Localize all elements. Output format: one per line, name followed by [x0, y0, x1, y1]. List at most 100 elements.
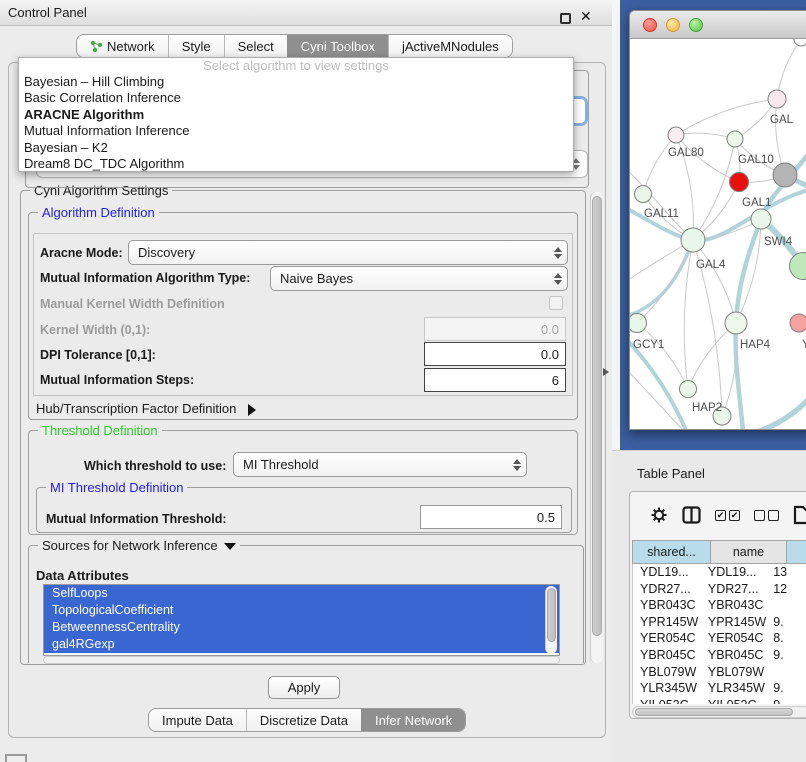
network-edge[interactable] [684, 240, 693, 389]
mi-threshold-field[interactable]: 0.5 [420, 505, 562, 529]
apply-button[interactable]: Apply [268, 676, 340, 699]
close-traffic-light-icon[interactable] [643, 18, 657, 32]
network-edge[interactable] [777, 39, 801, 99]
network-node-gal10[interactable] [727, 131, 743, 147]
expander-right-arrow-icon[interactable] [248, 404, 256, 416]
network-node-label: GCY1 [633, 339, 664, 351]
float-window-icon[interactable] [560, 13, 571, 24]
network-edge-thick[interactable] [736, 149, 806, 430]
dpi-tolerance-field[interactable]: 0.0 [424, 342, 566, 366]
settings-scrollbar[interactable] [590, 192, 603, 663]
network-node[interactable] [773, 163, 797, 187]
table-row[interactable]: YLR345WYLR345W9. [633, 680, 806, 697]
network-node-gal1[interactable] [730, 173, 749, 192]
table-row[interactable]: YDR27...YDR27...12 [633, 581, 806, 598]
algorithm-option[interactable]: Mutual Information Inference [19, 123, 573, 139]
table-column-header[interactable]: name [711, 540, 787, 564]
table-cell: 8. [766, 630, 806, 647]
table-hscrollbar[interactable] [632, 706, 806, 718]
combo-spinner-icon [554, 273, 562, 285]
tab-label: Select [238, 39, 274, 54]
data-attributes-list[interactable]: SelfLoopsTopologicalCoefficientBetweenne… [43, 584, 560, 656]
network-graph[interactable]: GALGAL80GAL10GAL1GAL11SWI4GAL4GCY1HAP4YH… [630, 39, 806, 430]
table-row[interactable]: YPR145WYPR145W9. [633, 614, 806, 631]
network-edge[interactable] [688, 323, 736, 389]
tab-cyni-toolbox[interactable]: Cyni Toolbox [287, 35, 388, 57]
which-threshold-combo[interactable]: MI Threshold [233, 452, 527, 477]
tab-impute-data[interactable]: Impute Data [149, 709, 246, 731]
data-attribute-item[interactable]: TopologicalCoefficient [44, 602, 559, 619]
algorithm-option[interactable]: Basic Correlation Inference [19, 90, 573, 106]
data-attribute-item[interactable]: gal4RGexp [44, 636, 559, 653]
mi-type-combo[interactable]: Naive Bayes [270, 266, 568, 291]
table-cell: YLR345W [701, 680, 766, 697]
splitpane-collapse-arrow[interactable] [603, 368, 609, 376]
attributes-list-scrollbar[interactable] [545, 586, 557, 654]
algorithm-option[interactable]: Bayesian – Hill Climbing [19, 74, 573, 90]
kernel-width-field[interactable]: 0.0 [424, 317, 566, 341]
network-node-y[interactable] [790, 314, 806, 332]
table-row[interactable]: YBR045CYBR045C9. [633, 647, 806, 664]
tab-select[interactable]: Select [224, 35, 287, 57]
network-node[interactable] [790, 253, 806, 280]
network-node-hap2[interactable] [680, 381, 697, 398]
manual-kernel-checkbox[interactable] [549, 296, 563, 310]
combo-spinner-icon [554, 247, 562, 259]
network-node-hap4[interactable] [725, 312, 747, 334]
algorithm-option[interactable]: ARACNE Algorithm [19, 107, 573, 123]
kernel-width-value: 0.0 [541, 322, 559, 337]
tab-infer-network[interactable]: Infer Network [361, 709, 465, 731]
expander-down-arrow-icon[interactable] [224, 543, 236, 550]
control-panel-titlebar[interactable]: Control Panel [0, 0, 612, 26]
network-edge[interactable] [643, 135, 676, 194]
network-node-swi4[interactable] [751, 209, 771, 229]
table-column-header[interactable]: shared... [632, 540, 711, 564]
network-node-gcy1[interactable] [630, 314, 647, 333]
network-node[interactable] [794, 39, 806, 46]
network-node-gal[interactable] [768, 90, 786, 108]
close-icon[interactable]: ✕ [580, 8, 592, 25]
network-node-gal4[interactable] [681, 228, 705, 252]
table-row[interactable]: YBR043CYBR043C [633, 597, 806, 614]
aracne-mode-combo[interactable]: Discovery [128, 240, 568, 265]
minimize-traffic-light-icon[interactable] [666, 18, 680, 32]
table-row[interactable]: YDL19...YDL19...13 [633, 564, 806, 581]
select-checked-icon[interactable]: ✔✔ [715, 510, 740, 521]
attributes-list-hscrollbar[interactable] [43, 656, 560, 664]
data-attribute-item[interactable]: SelfLoops [44, 585, 559, 602]
network-node-label: GAL1 [742, 197, 771, 209]
tab-discretize-data[interactable]: Discretize Data [246, 709, 361, 731]
which-threshold-label: Which threshold to use: [84, 459, 226, 473]
network-edge[interactable] [676, 99, 777, 135]
network-edge[interactable] [676, 133, 735, 139]
algorithm-option[interactable]: Bayesian – K2 [19, 140, 573, 156]
table-column-header[interactable]: A [787, 540, 806, 564]
document-icon[interactable] [793, 505, 806, 525]
select-unchecked-icon[interactable] [754, 510, 779, 521]
network-node-gal11[interactable] [635, 186, 652, 203]
network-node-label: GAL11 [644, 208, 679, 220]
network-node-label: GAL4 [696, 259, 726, 271]
mi-steps-field[interactable]: 6 [424, 368, 566, 392]
network-node-gal80[interactable] [668, 127, 684, 143]
hub-definition-expander[interactable]: Hub/Transcription Factor Definition [36, 401, 256, 416]
tab-network[interactable]: Network [77, 35, 168, 57]
network-window-titlebar[interactable] [630, 11, 806, 39]
tab-style[interactable]: Style [168, 35, 224, 57]
network-edge[interactable] [693, 240, 736, 323]
data-attribute-item[interactable]: BetweennessCentrality [44, 619, 559, 636]
network-edge-thick[interactable] [630, 240, 693, 317]
minimized-panel-icon[interactable] [5, 754, 27, 762]
table-cell [766, 597, 806, 614]
zoom-traffic-light-icon[interactable] [689, 18, 703, 32]
network-view-window[interactable]: GALGAL80GAL10GAL1GAL11SWI4GAL4GCY1HAP4YH… [629, 10, 806, 430]
tab-jactivemnodules[interactable]: jActiveMNodules [388, 35, 512, 57]
network-edge[interactable] [637, 323, 688, 389]
table-row[interactable]: YBL079WYBL079W [633, 664, 806, 681]
gear-icon[interactable] [650, 506, 668, 524]
table-row[interactable]: YIL052CYIL052C9 [633, 697, 806, 704]
sources-group-title[interactable]: Sources for Network Inference [38, 538, 240, 553]
column-view-icon[interactable] [682, 506, 701, 524]
table-row[interactable]: YER054CYER054C8. [633, 630, 806, 647]
algorithm-option[interactable]: Dream8 DC_TDC Algorithm [19, 156, 573, 172]
